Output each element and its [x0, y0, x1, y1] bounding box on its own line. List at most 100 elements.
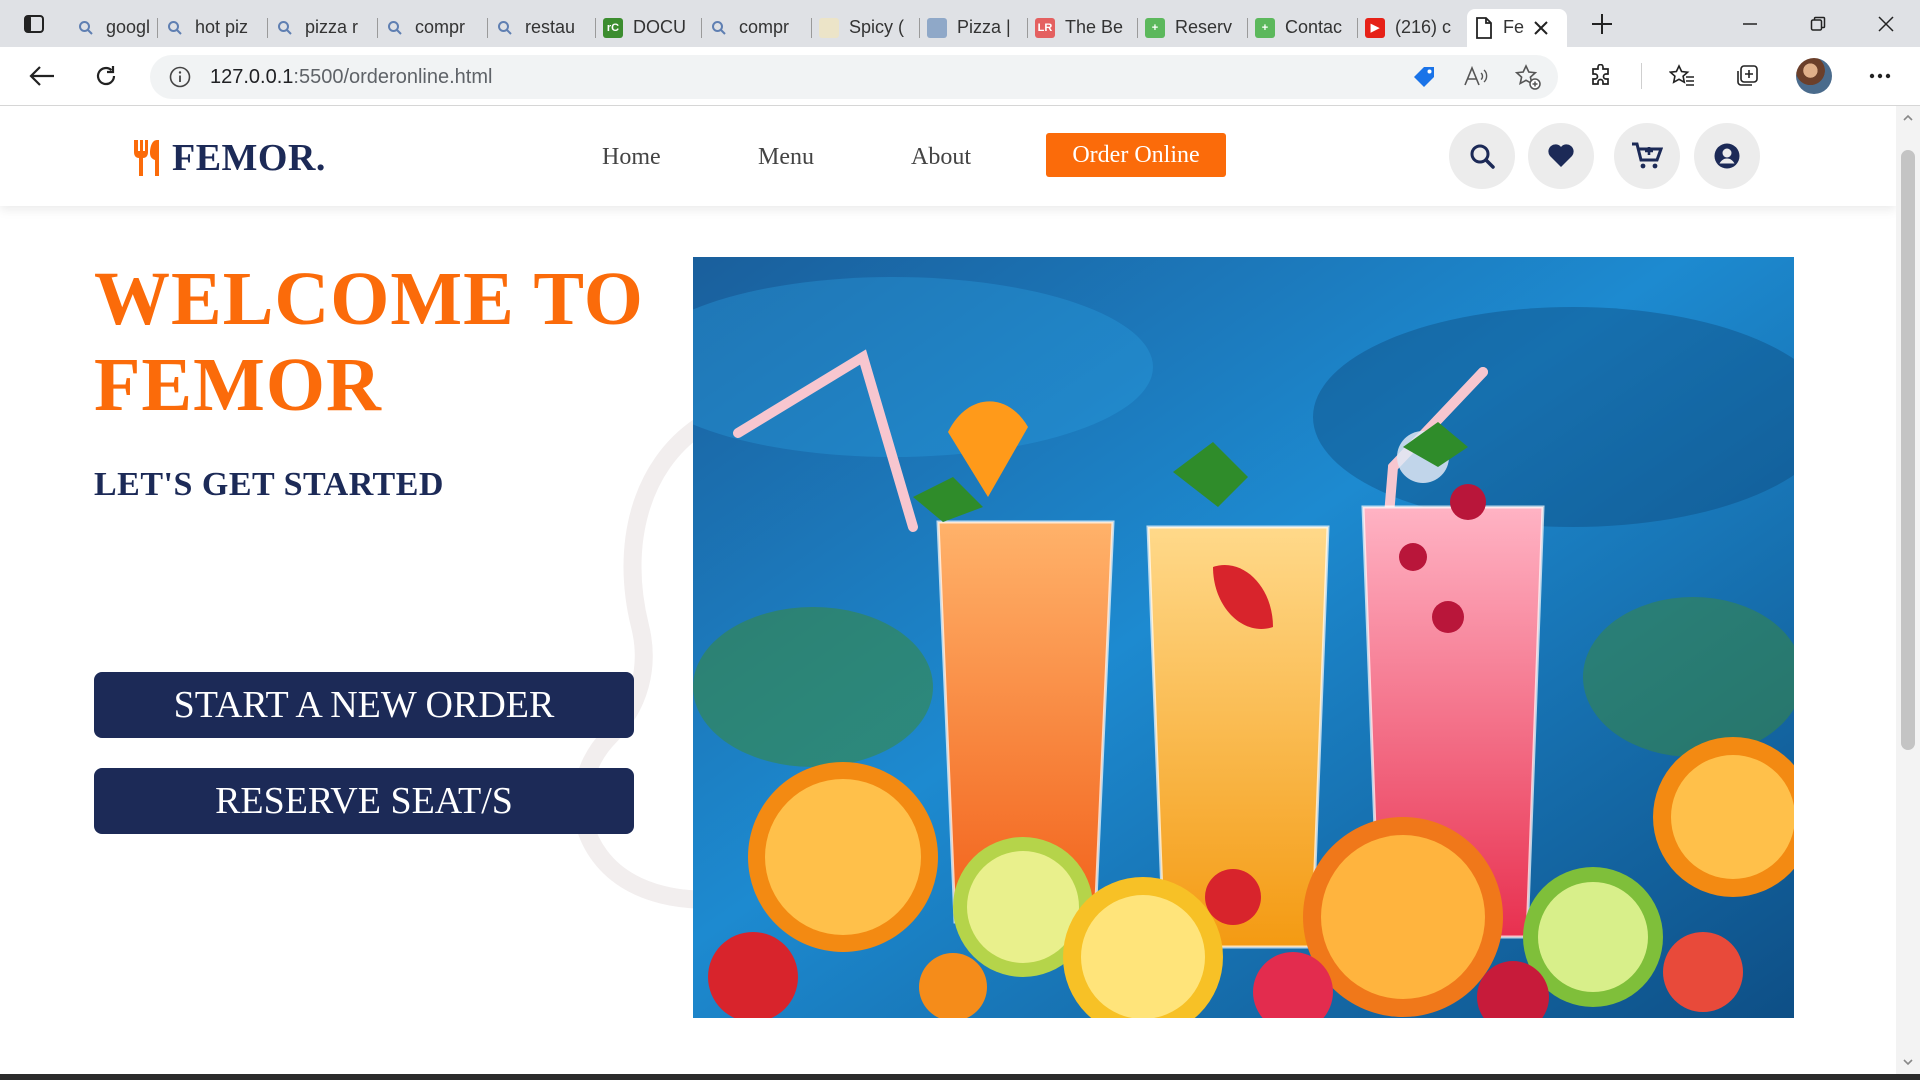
browser-tab[interactable]: Spicy (: [811, 9, 919, 47]
account-button[interactable]: [1694, 123, 1760, 189]
arrow-left-icon: [29, 66, 54, 86]
hero-drinks-image: [693, 257, 1794, 1018]
browser-tab[interactable]: + Contac: [1247, 9, 1357, 47]
scroll-up-icon[interactable]: [1902, 112, 1914, 124]
window-controls: [1716, 0, 1920, 47]
nav-home[interactable]: Home: [602, 144, 661, 171]
taskbar-edge: [0, 1074, 1920, 1080]
tab-label: The Be: [1065, 17, 1124, 37]
browser-tab[interactable]: hot piz: [157, 9, 267, 47]
start-new-order-button[interactable]: START A NEW ORDER: [94, 672, 634, 738]
nav-order-online-button[interactable]: Order Online: [1046, 133, 1226, 177]
search-icon: [385, 18, 405, 38]
tab-label: Contac: [1285, 17, 1343, 37]
url-host: 127.0.0.1: [210, 65, 294, 88]
tab-label: Reserv: [1175, 17, 1233, 37]
address-bar-actions: [1402, 55, 1550, 99]
lr-icon: LR: [1035, 17, 1055, 38]
scrollbar-thumb[interactable]: [1901, 150, 1915, 750]
pizza-site-icon: [927, 17, 947, 38]
restore-icon: [1810, 16, 1826, 31]
browser-tab-active[interactable]: Fe: [1467, 8, 1567, 47]
extensions-button[interactable]: [1575, 54, 1627, 98]
nav-menu[interactable]: Menu: [758, 144, 814, 171]
tab-actions-button[interactable]: [0, 0, 68, 47]
user-circle-icon: [1714, 143, 1740, 169]
search-button[interactable]: [1449, 123, 1515, 189]
tab-label: compr: [739, 17, 790, 37]
close-window-button[interactable]: [1852, 0, 1920, 47]
search-icon: [165, 18, 185, 38]
back-button[interactable]: [16, 54, 68, 98]
tab-label: compr: [415, 17, 466, 37]
info-icon: [169, 66, 191, 88]
hero-title: WELCOME TO FEMOR: [94, 257, 644, 427]
read-aloud-icon: [1464, 65, 1488, 86]
more-icon: [1869, 73, 1891, 79]
tab-label: hot piz: [195, 17, 249, 37]
browser-tab[interactable]: compr: [701, 9, 811, 47]
toolbar-separator: [1641, 63, 1642, 89]
collections-icon: [1737, 65, 1758, 86]
refresh-button[interactable]: [80, 54, 132, 98]
heart-icon: [1548, 144, 1574, 167]
search-icon: [495, 18, 515, 38]
settings-menu-button[interactable]: [1854, 54, 1906, 98]
nav-about[interactable]: About: [911, 144, 971, 171]
tab-label: pizza r: [305, 17, 359, 37]
search-icon: [1470, 144, 1495, 169]
fork-spoon-icon: [134, 140, 159, 176]
browser-tab[interactable]: LR The Be: [1027, 9, 1137, 47]
favorites-heart-button[interactable]: [1528, 123, 1594, 189]
search-icon: [709, 18, 729, 38]
tab-label: (216) c: [1395, 17, 1452, 37]
cart-button[interactable]: [1614, 123, 1680, 189]
browser-tab[interactable]: + Reserv: [1137, 9, 1247, 47]
site-header: FEMOR. Home Menu About Order Online: [0, 106, 1896, 206]
minimize-icon: [1743, 22, 1757, 25]
refresh-icon: [96, 66, 116, 86]
tab-label: DOCU: [633, 17, 686, 37]
restore-button[interactable]: [1784, 0, 1852, 47]
favorites-icon: [1669, 64, 1694, 86]
browser-tab[interactable]: ▶ (216) c: [1357, 9, 1467, 47]
hero-subtitle: LET'S GET STARTED: [94, 466, 444, 503]
reserve-seats-button[interactable]: RESERVE SEAT/S: [94, 768, 634, 834]
close-icon: [1878, 15, 1894, 32]
site-info-button[interactable]: [150, 66, 210, 88]
coupon-button[interactable]: [1402, 55, 1446, 99]
plus-icon: +: [1255, 17, 1275, 38]
close-tab-icon[interactable]: [1534, 20, 1548, 35]
browser-tab[interactable]: Pizza |: [919, 9, 1027, 47]
tab-label: Fe: [1503, 17, 1525, 37]
add-favorite-button[interactable]: [1506, 55, 1550, 99]
profile-button[interactable]: [1788, 54, 1840, 98]
page-scrollbar[interactable]: [1896, 106, 1920, 1074]
avatar: [1796, 58, 1832, 94]
collections-button[interactable]: [1722, 54, 1774, 98]
youtube-icon: ▶: [1365, 17, 1385, 38]
tab-label: google: [106, 17, 149, 37]
favorites-button[interactable]: [1656, 54, 1708, 98]
minimize-button[interactable]: [1716, 0, 1784, 47]
address-bar[interactable]: 127.0.0.1:5500/orderonline.html: [150, 55, 1558, 99]
scroll-down-icon[interactable]: [1902, 1056, 1914, 1068]
tab-label: Pizza |: [957, 17, 1011, 37]
browser-tab[interactable]: rC DOCU: [595, 9, 701, 47]
tab-actions-icon: [24, 14, 44, 33]
browser-tab[interactable]: restau: [487, 9, 595, 47]
new-tab-button[interactable]: [1577, 4, 1627, 44]
puzzle-icon: [1592, 64, 1609, 85]
site-logo[interactable]: FEMOR.: [130, 136, 326, 180]
browser-tab[interactable]: google: [68, 9, 157, 47]
url-path: :5500/orderonline.html: [293, 65, 493, 88]
url-text[interactable]: 127.0.0.1:5500/orderonline.html: [210, 66, 492, 89]
tab-label: restau: [525, 17, 576, 37]
read-aloud-button[interactable]: [1454, 55, 1498, 99]
page-icon: [819, 17, 839, 38]
plus-icon: +: [1145, 17, 1165, 38]
rc-icon: rC: [603, 17, 623, 38]
browser-tab[interactable]: compr: [377, 9, 487, 47]
browser-tab[interactable]: pizza r: [267, 9, 377, 47]
price-tag-icon: [1414, 67, 1434, 87]
